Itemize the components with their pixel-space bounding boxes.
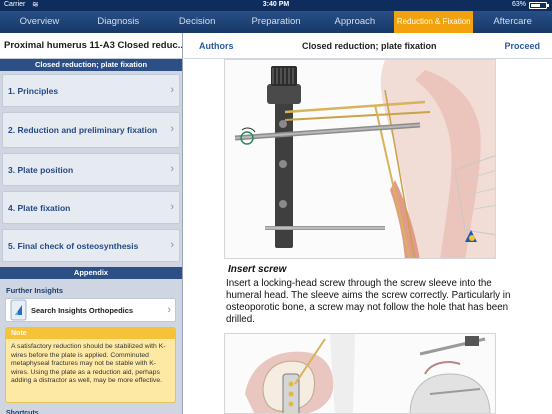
surgical-illustration <box>224 59 496 259</box>
proceed-button[interactable]: Proceed <box>504 41 540 51</box>
status-bar: Carrier ≋ 3:40 PM 63% <box>0 0 552 11</box>
tab-approach[interactable]: Approach <box>315 11 394 33</box>
chevron-right-icon: › <box>170 162 174 175</box>
chevron-right-icon: › <box>170 200 174 213</box>
step-label: 2. Reduction and preliminary fixation <box>8 125 158 135</box>
tab-decision[interactable]: Decision <box>158 11 237 33</box>
note-text: A satisfactory reduction should be stabi… <box>11 343 166 385</box>
search-insights-button[interactable]: Search Insights Orthopedics › <box>5 298 176 322</box>
battery-icon <box>529 2 549 9</box>
appendix-header: Appendix <box>0 267 182 279</box>
chevron-right-icon: › <box>170 123 174 135</box>
battery-percentage: 63% <box>511 1 526 8</box>
top-tab-bar: Overview Diagnosis Decision Preparation … <box>0 11 552 33</box>
insights-logo-icon <box>10 299 27 321</box>
clock: 3:40 PM <box>262 1 290 8</box>
authors-button[interactable]: Authors <box>199 41 234 51</box>
content-panel: Authors Closed reduction; plate fixation… <box>184 33 552 414</box>
tab-overview[interactable]: Overview <box>0 11 79 33</box>
step-title: Insert screw <box>228 264 287 275</box>
step-item-plate-fixation[interactable]: 4. Plate fixation › <box>2 191 180 224</box>
step-item-final-check[interactable]: 5. Final check of osteosynthesis › <box>2 229 180 262</box>
content-header: Authors Closed reduction; plate fixation… <box>184 33 552 59</box>
step-label: 1. Principles <box>8 85 59 96</box>
chevron-right-icon: › <box>167 304 171 316</box>
battery-level <box>531 4 540 7</box>
left-sidebar: Proximal humerus 11-A3 Closed reduc... C… <box>0 33 183 414</box>
step-item-reduction[interactable]: 2. Reduction and preliminary fixation › <box>2 112 180 148</box>
insights-button-label: Search Insights Orthopedics <box>31 305 134 315</box>
surgical-illustration-secondary <box>224 333 496 414</box>
step-list: 1. Principles › 2. Reduction and prelimi… <box>0 71 182 262</box>
sidebar-title: Proximal humerus 11-A3 Closed reduc... <box>0 33 182 59</box>
chevron-right-icon: › <box>170 238 174 251</box>
note-box: Note A satisfactory reduction should be … <box>5 327 176 403</box>
step-label: 3. Plate position <box>8 164 74 175</box>
tab-reduction-fixation[interactable]: Reduction & Fixation <box>394 11 474 33</box>
tab-preparation[interactable]: Preparation <box>237 11 316 33</box>
tab-diagnosis[interactable]: Diagnosis <box>79 11 158 33</box>
section-header: Closed reduction; plate fixation <box>0 59 182 71</box>
step-description: Insert a locking-head screw through the … <box>226 278 511 326</box>
note-title: Note <box>6 328 175 339</box>
shortcuts-label: Shortcuts <box>6 410 39 414</box>
step-label: 4. Plate fixation <box>8 202 71 213</box>
page-title: Closed reduction; plate fixation <box>302 41 437 51</box>
step-item-principles[interactable]: 1. Principles › <box>2 74 180 107</box>
further-insights-label: Further Insights <box>6 286 64 295</box>
step-label: 5. Final check of osteosynthesis <box>8 240 139 251</box>
tab-aftercare[interactable]: Aftercare <box>473 11 552 33</box>
chevron-right-icon: › <box>170 83 174 96</box>
step-item-plate-position[interactable]: 3. Plate position › <box>2 153 180 186</box>
